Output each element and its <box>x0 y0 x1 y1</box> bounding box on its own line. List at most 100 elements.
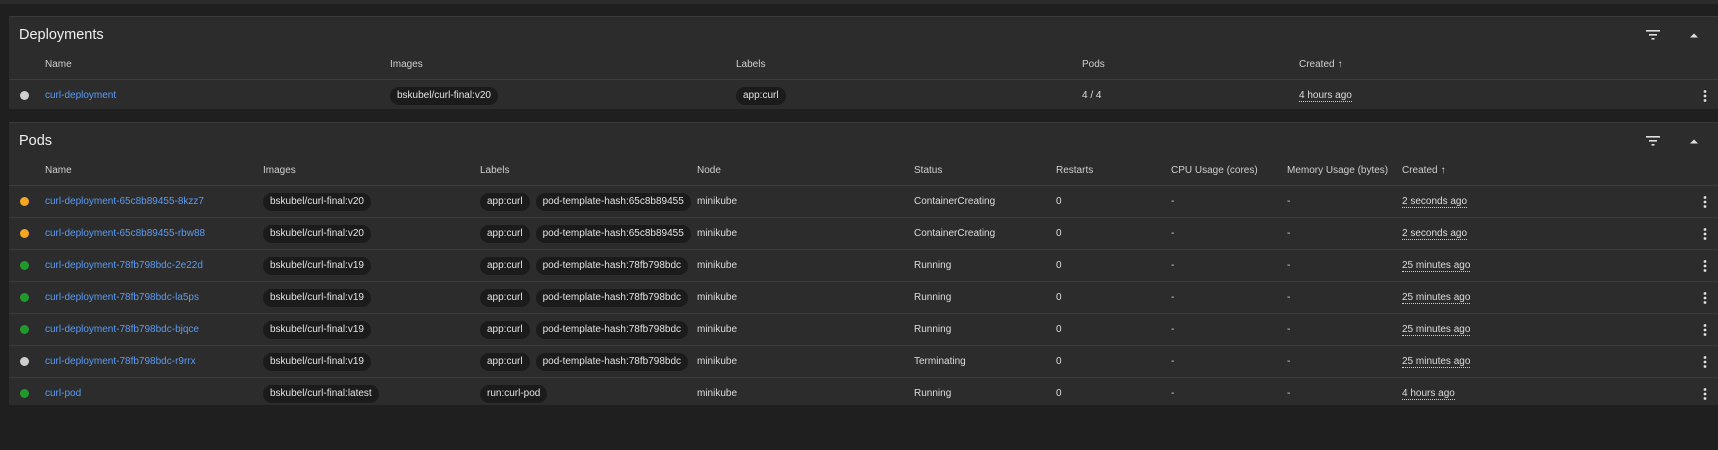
column-header-created-label: Created <box>1402 165 1438 176</box>
pods-title: Pods <box>19 133 53 149</box>
label-chip: pod-template-hash:78fb798bdc <box>535 256 689 275</box>
memory-cell: - <box>1287 356 1291 367</box>
label-chip: run:curl-pod <box>480 384 548 403</box>
name-cell: curl-pod <box>45 378 81 409</box>
node-cell: minikube <box>697 324 738 335</box>
arrow-up-icon: ↑ <box>1337 59 1343 70</box>
labels-cell: app:curl pod-template-hash:78fb798bdc <box>480 346 694 377</box>
table-row[interactable]: curl-deployment-78fb798bdc-bjqce bskubel/… <box>9 314 1718 346</box>
cpu-cell: - <box>1171 228 1175 239</box>
deployments-header: Deployments <box>9 17 1718 53</box>
status-cell: ContainerCreating <box>914 228 996 239</box>
column-header-status[interactable]: Status <box>914 165 942 176</box>
table-row[interactable]: curl-deployment-65c8b89455-8kzz7 bskubel/… <box>9 186 1718 218</box>
restarts-cell: 0 <box>1056 260 1062 271</box>
more-vert-icon[interactable] <box>1698 322 1712 338</box>
column-header-name[interactable]: Name <box>45 165 72 176</box>
pod-name-link[interactable]: curl-deployment-65c8b89455-8kzz7 <box>45 196 204 207</box>
images-cell: bskubel/curl-final:latest <box>263 378 385 409</box>
table-row[interactable]: curl-deployment-65c8b89455-rbw88 bskubel/… <box>9 218 1718 250</box>
chevron-up-icon[interactable] <box>1685 132 1703 150</box>
label-chip: pod-template-hash:65c8b89455 <box>535 192 691 211</box>
restarts-cell: 0 <box>1056 196 1062 207</box>
node-cell: minikube <box>697 388 738 399</box>
table-row[interactable]: curl-deployment-78fb798bdc-la5ps bskubel/… <box>9 282 1718 314</box>
pod-name-link[interactable]: curl-deployment-78fb798bdc-la5ps <box>45 292 199 303</box>
created-time: 25 minutes ago <box>1402 259 1471 272</box>
images-cell: bskubel/curl-final:v19 <box>263 250 377 281</box>
column-header-images[interactable]: Images <box>263 165 296 176</box>
cpu-cell: - <box>1171 196 1175 207</box>
column-header-node[interactable]: Node <box>697 165 721 176</box>
node-cell: minikube <box>697 292 738 303</box>
pods-table-body: curl-deployment-65c8b89455-8kzz7 bskubel/… <box>9 186 1718 409</box>
column-header-images[interactable]: Images <box>390 59 423 70</box>
created-cell: 2 seconds ago <box>1402 218 1468 249</box>
column-header-pods[interactable]: Pods <box>1082 59 1105 70</box>
column-header-memory[interactable]: Memory Usage (bytes) <box>1287 165 1388 176</box>
status-dot <box>20 91 29 100</box>
column-header-labels[interactable]: Labels <box>736 59 765 70</box>
name-cell: curl-deployment-78fb798bdc-bjqce <box>45 314 199 345</box>
deployment-name-link[interactable]: curl-deployment <box>45 90 116 101</box>
name-cell: curl-deployment-65c8b89455-rbw88 <box>45 218 205 249</box>
images-cell: bskubel/curl-final:v20 <box>390 80 504 111</box>
table-row[interactable]: curl-pod bskubel/curl-final:latest run:cur… <box>9 378 1718 409</box>
more-vert-icon[interactable] <box>1698 194 1712 210</box>
more-vert-icon[interactable] <box>1698 386 1712 402</box>
filter-list-icon[interactable] <box>1644 132 1662 150</box>
column-header-created[interactable]: Created ↑ <box>1402 165 1446 176</box>
pod-name-link[interactable]: curl-deployment-78fb798bdc-2e22d <box>45 260 203 271</box>
table-row[interactable]: curl-deployment-78fb798bdc-r9rrx bskubel/… <box>9 346 1718 378</box>
more-vert-icon[interactable] <box>1698 290 1712 306</box>
column-header-name[interactable]: Name <box>45 59 72 70</box>
table-row[interactable]: curl-deployment-78fb798bdc-2e22d bskubel/… <box>9 250 1718 282</box>
image-chip: bskubel/curl-final:v19 <box>263 320 371 339</box>
top-divider <box>0 0 1718 4</box>
filter-list-icon[interactable] <box>1644 26 1662 44</box>
restarts-cell: 0 <box>1056 292 1062 303</box>
label-chip: app:curl <box>736 86 786 105</box>
created-time: 25 minutes ago <box>1402 291 1471 304</box>
column-header-cpu[interactable]: CPU Usage (cores) <box>1171 165 1258 176</box>
status-dot <box>20 229 29 238</box>
images-cell: bskubel/curl-final:v20 <box>263 218 377 249</box>
image-chip: bskubel/curl-final:v20 <box>390 86 498 105</box>
labels-cell: app:curl pod-template-hash:78fb798bdc <box>480 282 694 313</box>
label-chip: app:curl <box>480 224 530 243</box>
cpu-cell: - <box>1171 324 1175 335</box>
status-dot <box>20 293 29 302</box>
created-cell: 4 hours ago <box>1402 378 1455 409</box>
image-chip: bskubel/curl-final:v19 <box>263 256 371 275</box>
chevron-up-icon[interactable] <box>1685 26 1703 44</box>
pod-name-link[interactable]: curl-deployment-78fb798bdc-r9rrx <box>45 356 196 367</box>
images-cell: bskubel/curl-final:v19 <box>263 314 377 345</box>
restarts-cell: 0 <box>1056 324 1062 335</box>
column-header-labels[interactable]: Labels <box>480 165 509 176</box>
more-vert-icon[interactable] <box>1698 226 1712 242</box>
status-dot <box>20 261 29 270</box>
memory-cell: - <box>1287 324 1291 335</box>
pod-name-link[interactable]: curl-pod <box>45 388 81 399</box>
created-time: 2 seconds ago <box>1402 195 1468 208</box>
deployments-table-body: curl-deployment bskubel/curl-final:v20 app… <box>9 80 1718 111</box>
status-cell: Terminating <box>914 356 966 367</box>
pod-name-link[interactable]: curl-deployment-65c8b89455-rbw88 <box>45 228 205 239</box>
label-chip: app:curl <box>480 352 530 371</box>
more-vert-icon[interactable] <box>1698 354 1712 370</box>
more-vert-icon[interactable] <box>1698 88 1712 104</box>
status-cell: ContainerCreating <box>914 196 996 207</box>
more-vert-icon[interactable] <box>1698 258 1712 274</box>
table-row[interactable]: curl-deployment bskubel/curl-final:v20 app… <box>9 80 1718 111</box>
memory-cell: - <box>1287 260 1291 271</box>
labels-cell: app:curl pod-template-hash:78fb798bdc <box>480 250 694 281</box>
memory-cell: - <box>1287 228 1291 239</box>
status-dot <box>20 357 29 366</box>
pod-name-link[interactable]: curl-deployment-78fb798bdc-bjqce <box>45 324 199 335</box>
column-header-restarts[interactable]: Restarts <box>1056 165 1093 176</box>
created-cell: 25 minutes ago <box>1402 346 1471 377</box>
restarts-cell: 0 <box>1056 388 1062 399</box>
image-chip: bskubel/curl-final:v19 <box>263 288 371 307</box>
column-header-created[interactable]: Created ↑ <box>1299 59 1343 70</box>
created-time: 2 seconds ago <box>1402 227 1468 240</box>
